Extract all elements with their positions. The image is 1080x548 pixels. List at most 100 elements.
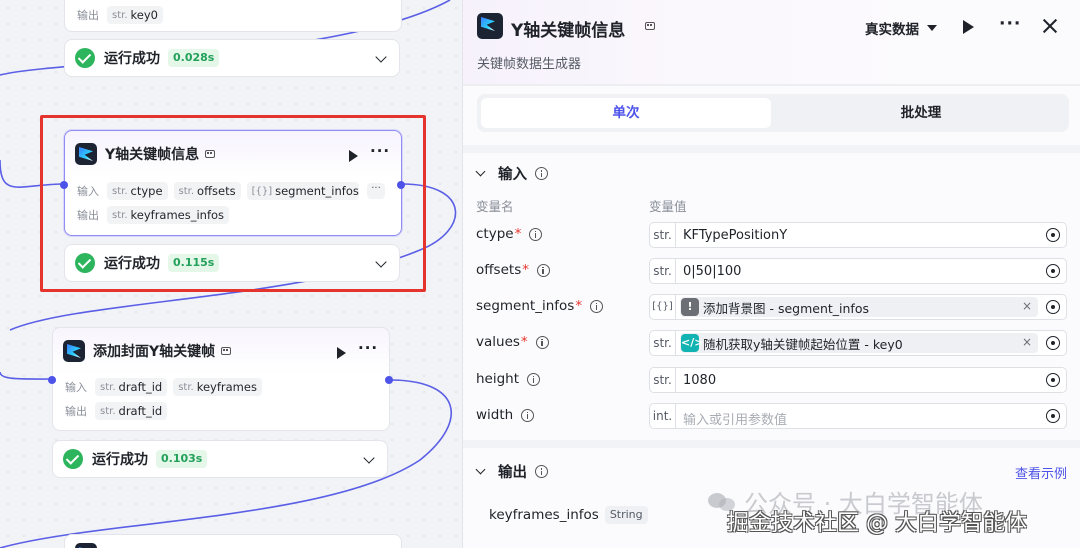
play-icon[interactable] (963, 20, 974, 34)
param-name: offsets * (476, 262, 550, 278)
param-input-segment-infos[interactable]: [{}] ! 添加背景图 - segment_infos × (649, 294, 1067, 320)
run-status-text: 运行成功 (92, 452, 148, 468)
output-section-header[interactable]: 输出 (475, 461, 548, 482)
type-tag: str. (650, 368, 676, 392)
param-input-values[interactable]: str. </> 随机获取y轴关键帧起始位置 - key0 × (649, 330, 1067, 356)
success-check-icon (75, 48, 95, 68)
plugin-logo-icon (477, 13, 503, 39)
param-value: 0|50|100 (683, 264, 742, 279)
input-chip-keyframes: str. keyframes (173, 378, 262, 396)
chevron-down-icon[interactable] (475, 464, 486, 475)
param-input-ctype[interactable]: str. KFTypePositionY (649, 222, 1067, 248)
info-icon[interactable] (529, 227, 543, 241)
success-check-icon (63, 449, 83, 469)
view-example-link[interactable]: 查看示例 (1015, 463, 1067, 482)
variable-ref-icon[interactable] (1046, 228, 1060, 242)
reference-chip[interactable]: ! 添加背景图 - segment_infos × (680, 297, 1038, 317)
param-name: values * (476, 334, 549, 350)
run-status-text: 运行成功 (104, 51, 160, 67)
param-input-height[interactable]: str. 1080 (649, 367, 1067, 393)
required-mark: * (522, 262, 529, 278)
reference-text: 随机获取y轴关键帧起始位置 - key0 (703, 336, 903, 352)
type-tag: str. (650, 259, 676, 283)
param-name: ctype * (476, 226, 543, 242)
plugin-logo-icon (63, 340, 85, 362)
param-row-segment-infos: segment_infos * [{}] ! 添加背景图 - segment_in… (463, 294, 1080, 320)
workflow-canvas[interactable]: 输出 str. key0 运行成功 0.028s Y轴关键帧信息 ··· 输入 s… (0, 0, 462, 548)
remove-reference-icon[interactable]: × (1022, 335, 1032, 349)
node-input-label: 输入 (65, 381, 87, 394)
data-mode-dropdown[interactable]: 真实数据 (865, 18, 937, 38)
chevron-down-icon[interactable] (375, 51, 387, 63)
param-row-values: values * str. </> 随机获取y轴关键帧起始位置 - key0 × (463, 330, 1080, 356)
run-time-badge: 0.028s (168, 49, 220, 67)
required-mark: * (575, 298, 583, 314)
input-port[interactable] (48, 376, 56, 384)
run-status-bar[interactable]: 运行成功 0.103s (52, 440, 388, 478)
info-icon[interactable] (527, 372, 541, 386)
node-detail-panel: Y轴关键帧信息 关键帧数据生成器 真实数据 ··· 单次 批处理 输入 变量名 … (462, 0, 1080, 548)
output-port[interactable] (385, 376, 393, 384)
chevron-down-icon[interactable] (363, 452, 375, 464)
node-next[interactable] (64, 534, 402, 548)
run-mode-tabs: 单次 批处理 (477, 94, 1069, 132)
param-input-offsets[interactable]: str. 0|50|100 (649, 258, 1067, 284)
panel-title: Y轴关键帧信息 (511, 21, 626, 41)
variable-ref-icon[interactable] (1046, 373, 1060, 387)
tab-single[interactable]: 单次 (481, 98, 771, 128)
type-tag: int. (650, 404, 676, 428)
info-icon[interactable] (536, 263, 550, 277)
panel-subtitle: 关键帧数据生成器 (477, 57, 582, 72)
output-item: keyframes_infos String (489, 506, 648, 524)
param-row-height: height str. 1080 (463, 367, 1080, 393)
info-icon[interactable] (521, 408, 535, 422)
input-chip-draft-id: str. draft_id (95, 378, 168, 396)
close-icon[interactable] (1041, 17, 1059, 35)
highlight-box (40, 115, 426, 292)
param-input-width[interactable]: int. 输入或引用参数值 (649, 403, 1067, 429)
data-mode-label: 真实数据 (865, 22, 919, 38)
variable-ref-icon[interactable] (1046, 409, 1060, 423)
watermark-juejin: 掘金技术社区 @ 大白学智能体 (727, 511, 1027, 536)
plugin-logo-icon (75, 543, 97, 548)
reference-chip[interactable]: </> 随机获取y轴关键帧起始位置 - key0 × (680, 333, 1038, 353)
info-icon[interactable] (535, 465, 548, 478)
type-tag: str. (650, 331, 676, 355)
variable-ref-icon[interactable] (1046, 300, 1060, 314)
node-random-y-key[interactable]: 输出 str. key0 (64, 0, 402, 32)
node-add-cover-y-keyframe[interactable]: 添加封面Y轴关键帧 ··· 输入 str. draft_id str. keyfra… (48, 327, 393, 431)
param-name: segment_infos * (476, 298, 604, 314)
chevron-down-icon[interactable] (475, 166, 486, 177)
variable-ref-icon[interactable] (1046, 336, 1060, 350)
divider (463, 440, 1080, 448)
output-section-title: 输出 (498, 465, 527, 481)
column-header-value: 变量值 (649, 199, 687, 214)
caret-down-icon (927, 25, 937, 31)
input-section-header[interactable]: 输入 (475, 163, 548, 184)
node-title: 添加封面Y轴关键帧 (93, 344, 216, 360)
param-row-offsets: offsets * str. 0|50|100 (463, 258, 1080, 284)
play-icon[interactable] (337, 347, 346, 359)
type-tag: [{}] (650, 295, 676, 319)
more-icon[interactable]: ··· (358, 339, 378, 357)
more-icon[interactable]: ··· (999, 14, 1021, 34)
reference-text: 添加背景图 - segment_infos (703, 300, 869, 316)
tab-batch[interactable]: 批处理 (777, 98, 1065, 128)
param-value: 1080 (683, 373, 717, 388)
required-mark: * (514, 226, 522, 242)
run-status-bar[interactable]: 运行成功 0.028s (64, 39, 400, 77)
node-output-label: 输出 (77, 9, 99, 22)
param-placeholder: 输入或引用参数值 (683, 413, 788, 428)
output-name: keyframes_infos (489, 507, 599, 523)
run-time-badge: 0.103s (156, 450, 208, 468)
plugin-badge-icon (221, 347, 232, 355)
info-icon[interactable] (535, 167, 548, 180)
info-icon[interactable] (535, 335, 549, 349)
info-icon[interactable] (590, 299, 604, 313)
warning-icon: ! (681, 298, 699, 316)
remove-reference-icon[interactable]: × (1022, 299, 1032, 313)
variable-ref-icon[interactable] (1046, 264, 1060, 278)
output-chip-draft-id: str. draft_id (95, 402, 168, 420)
panel-header: Y轴关键帧信息 关键帧数据生成器 真实数据 ··· (463, 0, 1080, 84)
output-chip-key0: str. key0 (107, 6, 163, 24)
